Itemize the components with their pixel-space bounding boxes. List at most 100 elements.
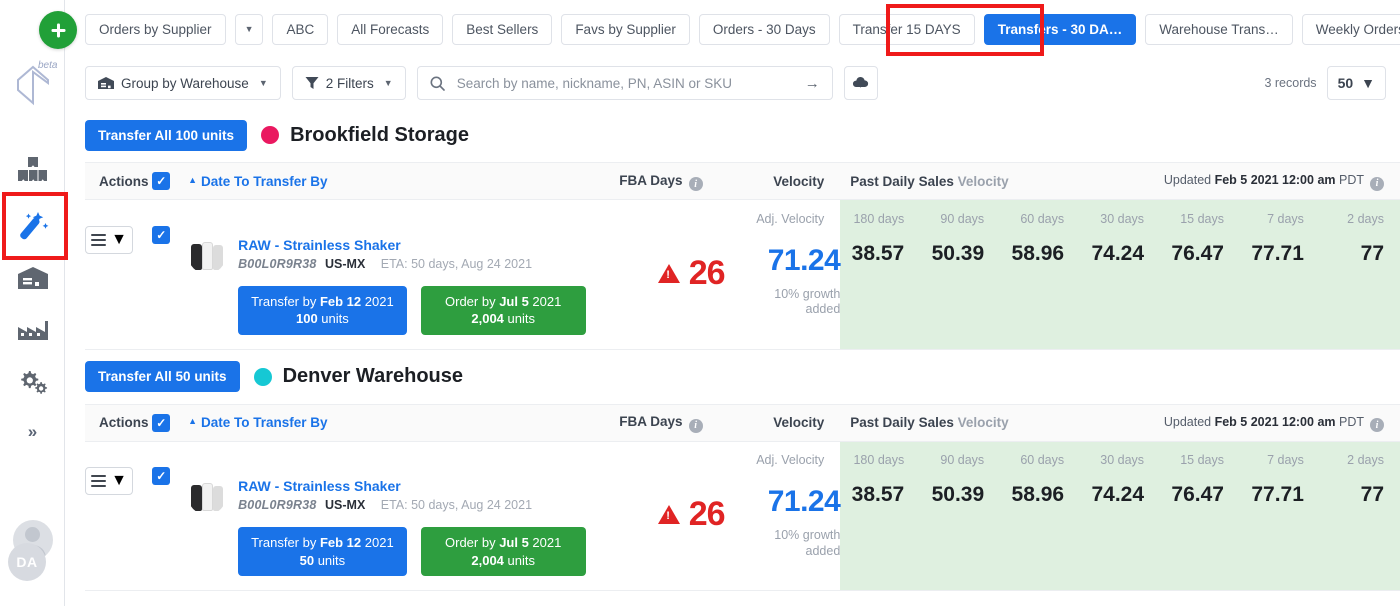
tab-favs-by-supplier[interactable]: Favs by Supplier	[561, 14, 690, 45]
sidebar-item-warehouse[interactable]	[0, 254, 65, 302]
sidebar-expand-button[interactable]: »	[0, 412, 65, 452]
tab-dropdown-caret[interactable]: ▼	[235, 14, 264, 45]
hamburger-icon	[91, 475, 106, 487]
adj-velocity-value: 71.24	[725, 467, 841, 519]
pds-cell-60: 58.96	[1000, 467, 1080, 591]
bucket-15-days: 15 days	[1160, 200, 1240, 226]
search-input[interactable]	[455, 75, 795, 92]
product-thumbnail	[188, 477, 226, 515]
velocity-note-line1: 10% growth	[725, 528, 841, 544]
product-name[interactable]: RAW - Strainless Shaker	[238, 477, 532, 495]
velocity-cell: 71.24 10% growth added	[725, 467, 841, 591]
pds-cell-180: 38.57	[840, 226, 920, 350]
transfer-pill-date: Feb 12	[320, 535, 361, 550]
pds-value-30: 74.24	[1080, 467, 1160, 507]
group-by-warehouse-label: Group by Warehouse	[121, 76, 249, 91]
row-select-cell[interactable]: ✓	[152, 467, 188, 591]
velocity-note-line2: added	[725, 302, 841, 318]
row-checkbox[interactable]: ✓	[152, 226, 170, 244]
avatar-initials[interactable]: DA	[8, 543, 46, 581]
select-all-checkbox[interactable]: ✓	[152, 172, 170, 190]
transfer-pill-units: 100	[296, 311, 318, 326]
transfer-by-button[interactable]: Transfer by Feb 12 2021 50 units	[238, 527, 407, 576]
transfer-all-button[interactable]: Transfer All 100 units	[85, 120, 247, 151]
tab-warehouse-transfers[interactable]: Warehouse Trans…	[1145, 14, 1293, 45]
order-pill-year: 2021	[529, 294, 562, 309]
bucket-7-days: 7 days	[1240, 441, 1320, 467]
pds-value-60: 58.96	[1000, 467, 1080, 507]
sidebar-item-forecast-wizard[interactable]	[0, 198, 65, 252]
tab-orders-by-supplier[interactable]: Orders by Supplier	[85, 14, 226, 45]
transfer-pill-year: 2021	[361, 294, 394, 309]
page-size-select[interactable]: 50 ▼	[1327, 66, 1386, 100]
filters-button[interactable]: 2 Filters ▼	[292, 66, 406, 100]
pds-value-180: 38.57	[840, 226, 920, 266]
product-name[interactable]: RAW - Strainless Shaker	[238, 236, 532, 254]
tab-weekly-orders[interactable]: Weekly Orders	[1302, 14, 1400, 45]
warehouse-name: Brookfield Storage	[261, 124, 469, 147]
order-by-button[interactable]: Order by Jul 5 2021 2,004 units	[421, 527, 586, 576]
sort-ascending-icon: ▲	[188, 175, 197, 185]
pds-cell-7: 77.71	[1240, 226, 1320, 350]
row-checkbox[interactable]: ✓	[152, 467, 170, 485]
tab-all-forecasts[interactable]: All Forecasts	[337, 14, 443, 45]
pds-value-180: 38.57	[840, 467, 920, 507]
beta-label: beta	[38, 60, 57, 71]
info-icon[interactable]: i	[689, 419, 703, 433]
submit-search-arrow-icon[interactable]: →	[805, 75, 820, 92]
product-eta: ETA: 50 days, Aug 24 2021	[381, 498, 532, 512]
row-product-cell: RAW - Strainless Shaker B00L0R9R38 US-MX…	[188, 226, 588, 350]
tab-abc[interactable]: ABC	[272, 14, 328, 45]
order-by-button[interactable]: Order by Jul 5 2021 2,004 units	[421, 286, 586, 335]
sidebar-item-factory[interactable]	[0, 306, 65, 354]
row-product-cell: RAW - Strainless Shaker B00L0R9R38 US-MX…	[188, 467, 588, 591]
row-actions-menu-button[interactable]: ▼	[85, 226, 133, 254]
pds-value-15: 76.47	[1160, 467, 1240, 507]
transfer-all-prefix: Transfer All	[98, 128, 176, 143]
tab-transfers-30-days[interactable]: Transfers - 30 DA…	[984, 14, 1137, 45]
col-date-to-transfer-by[interactable]: ▲Date To Transfer By	[188, 404, 588, 441]
info-icon[interactable]: i	[689, 177, 703, 191]
updated-value: Feb 5 2021 12:00 am	[1215, 173, 1336, 187]
col-select-all[interactable]: ✓	[152, 404, 188, 441]
bucket-90-days: 90 days	[920, 200, 1000, 226]
row-select-cell[interactable]: ✓	[152, 226, 188, 350]
col-date-to-transfer-by[interactable]: ▲Date To Transfer By	[188, 163, 588, 200]
warehouse-name-label: Brookfield Storage	[290, 124, 469, 147]
download-button[interactable]	[844, 66, 878, 100]
tab-transfer-15-days[interactable]: Transfer 15 DAYS	[839, 14, 975, 45]
search-box[interactable]: →	[417, 66, 833, 100]
warehouse-icon	[98, 76, 114, 90]
add-button[interactable]	[39, 11, 77, 49]
velocity-note-line2: added	[725, 544, 841, 560]
info-icon[interactable]: i	[1370, 418, 1384, 432]
pds-value-2: 77	[1320, 226, 1400, 266]
gears-icon	[18, 369, 48, 395]
tab-orders-30-days[interactable]: Orders - 30 Days	[699, 14, 830, 45]
chevron-down-icon: ▼	[111, 231, 127, 249]
warehouse-group: Transfer All 50 units Denver Warehouse A…	[65, 350, 1400, 592]
plus-icon	[50, 22, 67, 39]
select-all-checkbox[interactable]: ✓	[152, 414, 170, 432]
transfer-all-button[interactable]: Transfer All 50 units	[85, 361, 240, 392]
sidebar-item-settings[interactable]	[0, 358, 65, 406]
warning-triangle-icon	[658, 505, 680, 524]
adj-velocity-value: 71.24	[725, 226, 841, 278]
transfer-by-button[interactable]: Transfer by Feb 12 2021 100 units	[238, 286, 407, 335]
pds-cell-90: 50.39	[920, 467, 1000, 591]
table-row[interactable]: ▼ ✓ RAW - Strainless Shaker	[85, 226, 1400, 350]
results-area: Transfer All 100 units Brookfield Storag…	[65, 108, 1400, 606]
tab-best-sellers[interactable]: Best Sellers	[452, 14, 552, 45]
info-icon[interactable]: i	[1370, 177, 1384, 191]
pds-value-90: 50.39	[920, 226, 1000, 266]
transfer-pill-prefix: Transfer by	[251, 535, 320, 550]
updated-prefix: Updated	[1164, 415, 1215, 429]
col-select-all[interactable]: ✓	[152, 163, 188, 200]
transfers-table: Actions ✓ ▲Date To Transfer By FBA Daysi…	[85, 404, 1400, 592]
bucket-90-days: 90 days	[920, 441, 1000, 467]
table-row[interactable]: ▼ ✓ RAW - Strainless Shaker	[85, 467, 1400, 591]
warehouse-group-header: Transfer All 50 units Denver Warehouse	[85, 350, 1400, 404]
row-actions-menu-button[interactable]: ▼	[85, 467, 133, 495]
sidebar-item-inventory[interactable]	[0, 146, 65, 194]
group-by-warehouse-button[interactable]: Group by Warehouse ▼	[85, 66, 281, 100]
